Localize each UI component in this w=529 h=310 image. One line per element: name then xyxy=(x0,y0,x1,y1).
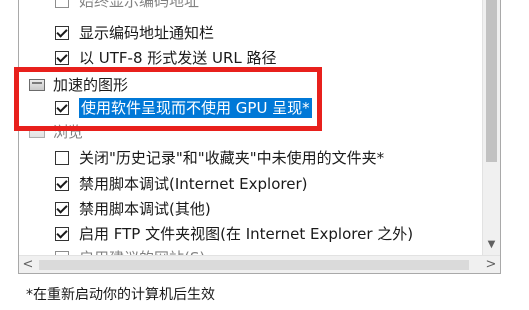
checkbox-close-unused-folders[interactable] xyxy=(55,151,69,165)
list-item-show-encoded-notification[interactable]: 显示编码地址通知栏 xyxy=(55,20,214,46)
checkbox-enable-ftp-folder-view[interactable] xyxy=(55,227,69,241)
list-item-label: 禁用脚本调试(Internet Explorer) xyxy=(79,175,308,193)
horizontal-scrollbar[interactable]: < > xyxy=(19,255,500,273)
checkbox-show-encoded-notification[interactable] xyxy=(55,26,69,40)
scroll-down-arrow-icon[interactable]: ▼ xyxy=(483,236,500,252)
list-item-disable-script-debug-ie[interactable]: 禁用脚本调试(Internet Explorer) xyxy=(55,171,308,197)
checkbox-send-utf8-url[interactable] xyxy=(55,51,69,65)
checkbox-show-encoded-address[interactable] xyxy=(55,0,69,8)
horizontal-scroll-thumb[interactable] xyxy=(39,260,469,270)
list-item-disable-script-debug-other[interactable]: 禁用脚本调试(其他) xyxy=(55,196,211,222)
vertical-scroll-thumb[interactable] xyxy=(486,0,497,162)
list-item-label: 禁用脚本调试(其他) xyxy=(79,200,211,218)
list-item-label: 始终显示编码地址 xyxy=(79,0,200,10)
scroll-right-arrow-icon[interactable]: > xyxy=(482,256,500,273)
list-item-close-unused-folders[interactable]: 关闭"历史记录"和"收藏夹"中未使用的文件夹* xyxy=(55,145,384,171)
restart-footnote: *在重新启动你的计算机后生效 xyxy=(26,287,215,303)
checkbox-disable-script-debug-ie[interactable] xyxy=(55,177,69,191)
list-item-enable-ftp-folder-view[interactable]: 启用 FTP 文件夹视图(在 Internet Explorer 之外) xyxy=(55,221,413,247)
list-item-label: 启用 FTP 文件夹视图(在 Internet Explorer 之外) xyxy=(79,225,414,243)
advanced-settings-list: 始终显示编码地址 显示编码地址通知栏 以 UTF-8 形式发送 URL 路径 加… xyxy=(18,0,501,274)
list-item-show-encoded-address[interactable]: 始终显示编码地址 xyxy=(55,0,199,14)
scroll-left-arrow-icon[interactable]: < xyxy=(19,256,37,273)
vertical-scrollbar[interactable]: ▼ xyxy=(482,0,500,256)
red-highlight-box xyxy=(14,67,322,131)
list-item-label: 显示编码地址通知栏 xyxy=(79,24,215,42)
list-item-label: 关闭"历史记录"和"收藏夹"中未使用的文件夹* xyxy=(79,149,385,167)
list-item-label: 以 UTF-8 形式发送 URL 路径 xyxy=(79,49,277,67)
checkbox-disable-script-debug-other[interactable] xyxy=(55,202,69,216)
